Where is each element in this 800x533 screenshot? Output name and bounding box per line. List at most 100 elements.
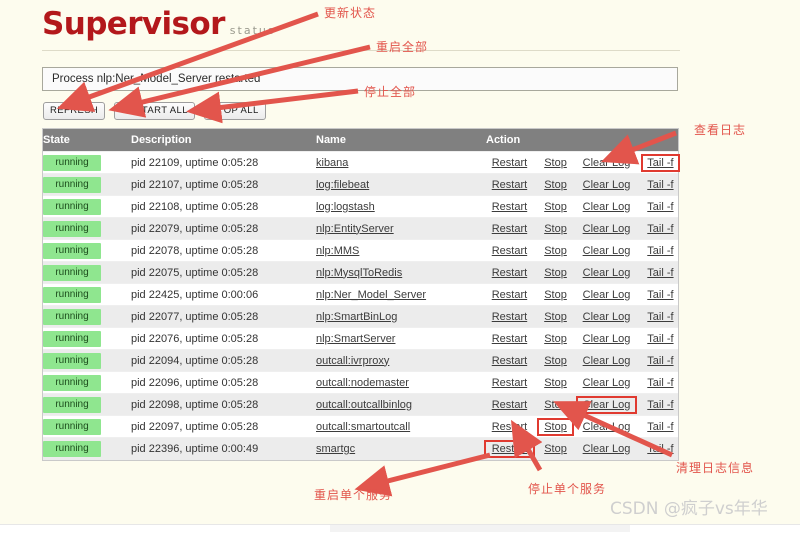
table-row: running pid 22076, uptime 0:05:28 nlp:Smar… [43,327,678,350]
restart-link[interactable]: Restart [486,376,533,390]
annotation-restart-all: 重启全部 [376,40,429,54]
tail-log-link[interactable]: Tail -f [643,398,678,412]
table-row: running pid 22078, uptime 0:05:28 nlp:MMS R… [43,239,678,262]
process-name-link[interactable]: nlp:EntityServer [316,223,394,235]
restart-link[interactable]: Restart [486,244,533,258]
clear-log-link[interactable]: Clear Log [578,288,635,302]
clear-log-link[interactable]: Clear Log [578,420,635,434]
stop-link[interactable]: Stop [539,442,572,456]
restart-link[interactable]: Restart [486,420,533,434]
tail-log-link[interactable]: Tail -f [643,200,678,214]
stop-link[interactable]: Stop [539,310,572,324]
clear-log-link[interactable]: Clear Log [578,222,635,236]
row-actions: Restart Stop Clear Log Tail -f [486,376,678,390]
process-name-link[interactable]: kibana [316,157,348,169]
stop-link[interactable]: Stop [539,354,572,368]
tail-log-link[interactable]: Tail -f [643,442,678,456]
supervisor-status-page: Supervisor status Process nlp:Ner_Model_… [0,0,800,533]
stop-link[interactable]: Stop [539,376,572,390]
process-name-link[interactable]: outcall:outcallbinlog [316,399,412,411]
stop-all-button[interactable]: STOP ALL [203,102,266,120]
tail-log-link[interactable]: Tail -f [643,288,678,302]
status-badge: running [43,352,101,369]
column-header-name: Name [316,129,486,152]
restart-link[interactable]: Restart [486,200,533,214]
stop-link[interactable]: Stop [539,244,572,258]
restart-link[interactable]: Restart [484,439,535,458]
global-actions-toolbar: REFRESH RESTART ALL STOP ALL [43,102,266,120]
annotation-stop-single: 停止单个服务 [528,482,607,496]
process-name-link[interactable]: log:filebeat [316,179,369,191]
stop-link[interactable]: Stop [539,200,572,214]
restart-link[interactable]: Restart [486,222,533,236]
clear-log-link[interactable]: Clear Log [578,442,635,456]
clear-log-link[interactable]: Clear Log [578,178,635,192]
tail-log-link[interactable]: Tail -f [643,244,678,258]
cell-description: pid 22108, uptime 0:05:28 [131,195,316,218]
cell-state: running [43,151,131,174]
restart-link[interactable]: Restart [486,332,533,346]
restart-link[interactable]: Restart [486,354,533,368]
stop-link[interactable]: Stop [539,398,572,412]
row-actions: Restart Stop Clear Log Tail -f [486,310,678,324]
status-badge: running [43,264,101,281]
clear-log-link[interactable]: Clear Log [578,310,635,324]
stop-link[interactable]: Stop [539,222,572,236]
cell-description: pid 22094, uptime 0:05:28 [131,349,316,372]
restart-link[interactable]: Restart [486,178,533,192]
tail-log-link[interactable]: Tail -f [643,420,678,434]
tail-log-link[interactable]: Tail -f [643,266,678,280]
stop-link[interactable]: Stop [539,288,572,302]
process-name-link[interactable]: outcall:smartoutcall [316,421,410,433]
status-badge: running [43,242,101,259]
clear-log-link[interactable]: Clear Log [578,200,635,214]
row-actions: Restart Stop Clear Log Tail -f [486,244,678,258]
cell-name: nlp:Ner_Model_Server [316,283,486,306]
process-name-link[interactable]: outcall:ivrproxy [316,355,389,367]
clear-log-link[interactable]: Clear Log [578,266,635,280]
tail-log-link[interactable]: Tail -f [643,178,678,192]
refresh-button[interactable]: REFRESH [43,102,106,120]
row-actions: Restart Stop Clear Log Tail -f [486,153,681,172]
stop-link[interactable]: Stop [539,332,572,346]
clear-log-link[interactable]: Clear Log [578,332,635,346]
clear-log-link[interactable]: Clear Log [578,244,635,258]
restart-link[interactable]: Restart [486,288,533,302]
stop-link[interactable]: Stop [536,417,575,436]
stop-link[interactable]: Stop [539,266,572,280]
process-name-link[interactable]: smartgc [316,443,355,455]
tail-log-link[interactable]: Tail -f [643,376,678,390]
clear-log-link[interactable]: Clear Log [576,395,637,414]
process-name-link[interactable]: outcall:nodemaster [316,377,409,389]
clear-log-link[interactable]: Clear Log [578,376,635,390]
process-name-link[interactable]: nlp:SmartServer [316,333,395,345]
cell-description: pid 22077, uptime 0:05:28 [131,305,316,328]
clear-log-link[interactable]: Clear Log [578,354,635,368]
tail-log-link[interactable]: Tail -f [643,354,678,368]
stop-link[interactable]: Stop [539,156,572,170]
tail-log-link[interactable]: Tail -f [640,153,681,172]
stop-link[interactable]: Stop [539,178,572,192]
restart-all-button[interactable]: RESTART ALL [114,102,195,120]
column-header-action: Action [486,129,678,152]
cell-name: nlp:MMS [316,239,486,262]
cell-state: running [43,371,131,394]
restart-link[interactable]: Restart [486,156,533,170]
cell-state: running [43,195,131,218]
process-name-link[interactable]: log:logstash [316,201,375,213]
cell-state: running [43,327,131,350]
process-name-link[interactable]: nlp:MMS [316,245,359,257]
tail-log-link[interactable]: Tail -f [643,332,678,346]
process-name-link[interactable]: nlp:MysqlToRedis [316,267,402,279]
restart-link[interactable]: Restart [486,398,533,412]
process-name-link[interactable]: nlp:SmartBinLog [316,311,397,323]
restart-link[interactable]: Restart [486,310,533,324]
cell-state: running [43,261,131,284]
restart-link[interactable]: Restart [486,266,533,280]
cell-name: outcall:ivrproxy [316,349,486,372]
tail-log-link[interactable]: Tail -f [643,310,678,324]
process-name-link[interactable]: nlp:Ner_Model_Server [316,289,426,301]
clear-log-link[interactable]: Clear Log [578,156,635,170]
cell-action: Restart Stop Clear Log Tail -f [486,305,678,328]
tail-log-link[interactable]: Tail -f [643,222,678,236]
